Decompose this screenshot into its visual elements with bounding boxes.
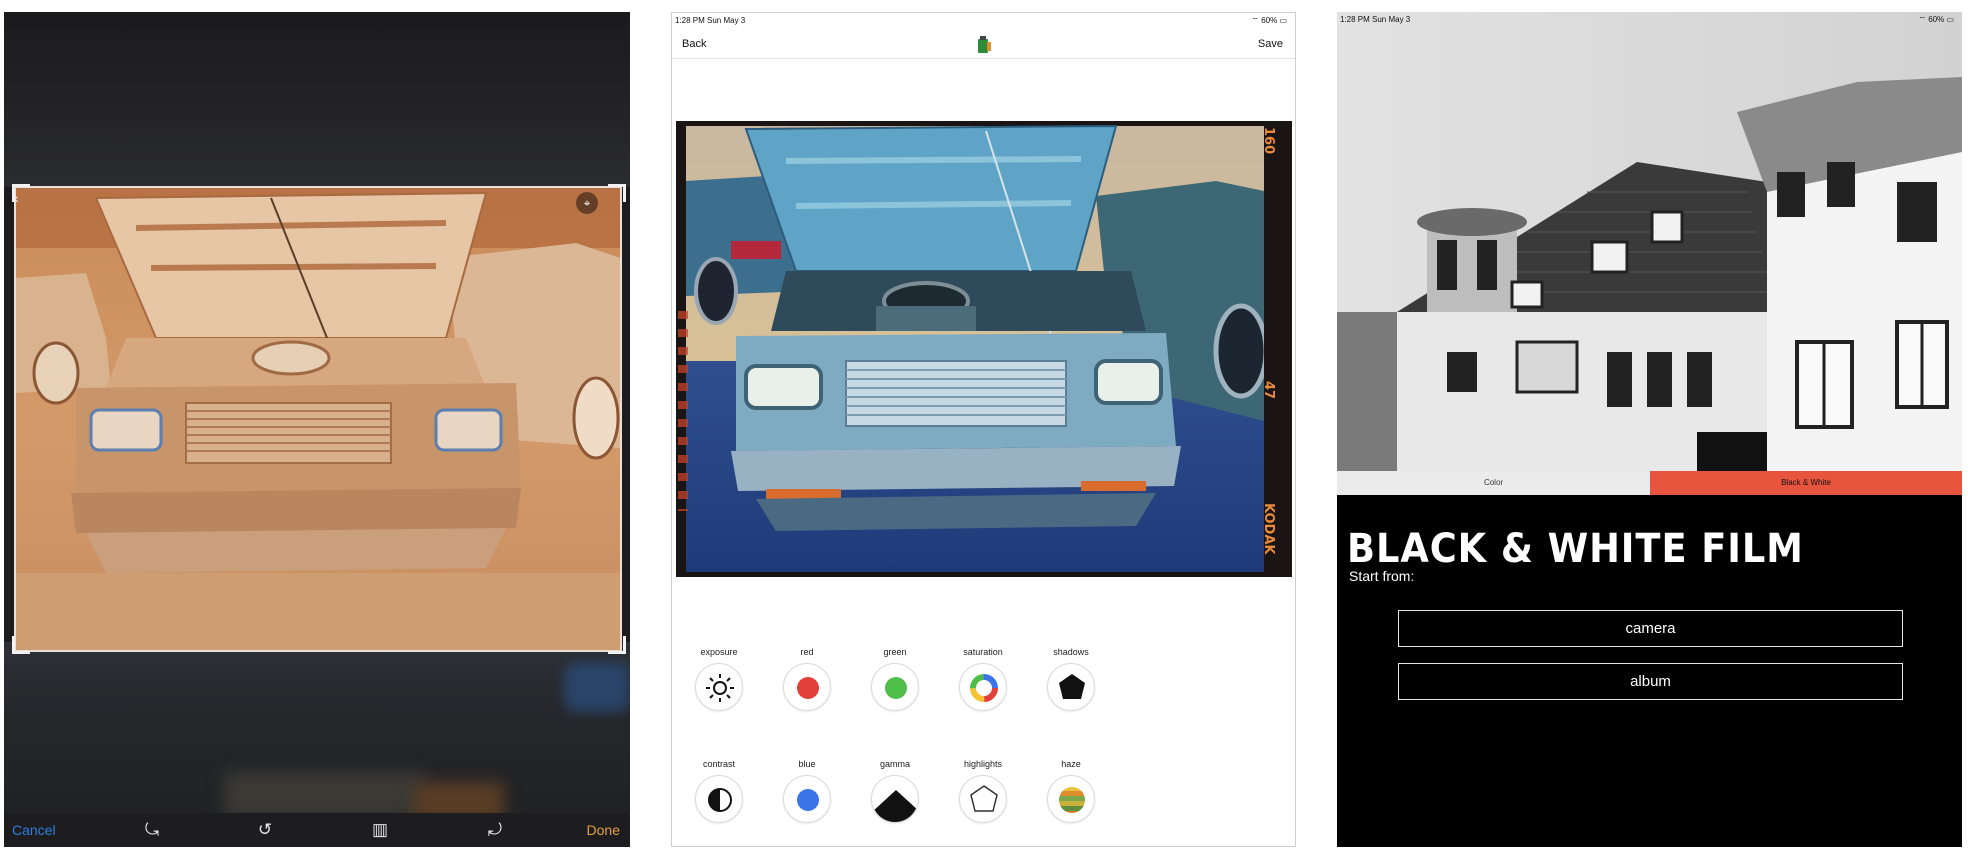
color-segment[interactable]: Color	[1337, 471, 1650, 495]
saturation-control[interactable]: saturation	[958, 645, 1008, 711]
negative-truck-image	[16, 188, 620, 650]
aspect-ratio-icon[interactable]: ▥	[369, 819, 391, 841]
saturation-label: saturation	[963, 647, 1003, 657]
color-wheel-icon[interactable]	[959, 663, 1007, 711]
gamma-label: gamma	[879, 759, 910, 769]
blue-control[interactable]: blue	[782, 757, 832, 823]
pentagon-filled-icon[interactable]	[1047, 663, 1095, 711]
red-control[interactable]: red	[782, 645, 832, 711]
highlights-control[interactable]: highlights	[958, 757, 1008, 823]
done-button[interactable]: Done	[587, 822, 620, 838]
rotate-right-icon[interactable]: ⤾	[484, 819, 506, 841]
blue-dot-icon[interactable]	[783, 775, 831, 823]
battery-percent: 60%	[1928, 15, 1945, 24]
status-time: 1:28 PM Sun May 3	[1340, 15, 1411, 24]
haze-control[interactable]: haze	[1046, 757, 1096, 823]
blurred-shape	[224, 772, 424, 817]
status-battery: ⌔ 60% ▭	[1251, 16, 1287, 25]
album-button[interactable]: album	[1398, 663, 1903, 700]
film-chooser-panel: 1:28 PM Sun May 3 ⌔ 60% ▭ Color Black & …	[1337, 12, 1962, 847]
film-frame-image[interactable]: 160 47 KODAK	[676, 121, 1292, 577]
sun-icon[interactable]	[695, 663, 743, 711]
film-type-segmented-control: Color Black & White	[1337, 471, 1962, 495]
blurred-background-top	[4, 12, 630, 187]
crop-handle-bottom-left[interactable]	[12, 636, 30, 654]
film-exposure-number: 47	[1261, 381, 1276, 400]
page-title: BLACK & WHITE FILM	[1347, 526, 1804, 572]
film-editor-panel: 1:28 PM Sun May 3 ⌔ 60% ▭ Back Save 160 …	[671, 12, 1296, 847]
haze-label: haze	[1061, 759, 1081, 769]
film-canister-icon	[978, 36, 991, 53]
black-white-segment[interactable]: Black & White	[1650, 471, 1962, 495]
highlights-label: highlights	[963, 759, 1003, 769]
contrast-label: contrast	[702, 759, 735, 769]
battery-percent: 60%	[1261, 16, 1278, 25]
undo-rotate-icon[interactable]: ↺	[254, 819, 276, 841]
back-button[interactable]: Back	[682, 38, 706, 50]
status-time: 1:28 PM Sun May 3	[675, 16, 746, 25]
haze-stripes-icon[interactable]	[1047, 775, 1095, 823]
gamma-control[interactable]: gamma	[870, 757, 920, 823]
blue-label: blue	[798, 759, 816, 769]
start-from-label: Start from:	[1349, 568, 1415, 584]
contrast-control[interactable]: contrast	[694, 757, 744, 823]
shadows-control[interactable]: shadows	[1046, 645, 1096, 711]
status-bar: 1:28 PM Sun May 3 ⌔ 60% ▭	[672, 13, 1295, 29]
status-battery: ⌔ 60% ▭	[1918, 15, 1954, 24]
crop-handle-bottom-right[interactable]	[608, 636, 626, 654]
red-dot-icon[interactable]	[783, 663, 831, 711]
film-frame-number: 160	[1261, 127, 1276, 155]
green-label: green	[883, 647, 907, 657]
exposure-control[interactable]: exposure	[694, 645, 744, 711]
green-control[interactable]: green	[870, 645, 920, 711]
red-label: red	[800, 647, 814, 657]
cancel-button[interactable]: Cancel	[12, 822, 56, 838]
adjustment-controls: exposure red green saturation shadows co…	[694, 645, 1294, 835]
color-truck-image	[676, 121, 1292, 577]
film-brand-marking: KODAK	[1261, 503, 1276, 555]
exposure-label: exposure	[700, 647, 738, 657]
negative-photo-crop-area[interactable]	[14, 186, 622, 652]
camera-button[interactable]: camera	[1398, 610, 1903, 647]
save-button[interactable]: Save	[1258, 38, 1283, 50]
shadows-label: shadows	[1053, 647, 1089, 657]
pentagon-outline-icon[interactable]	[959, 775, 1007, 823]
gamma-icon[interactable]	[871, 775, 919, 823]
crop-editor-panel: ‹ ⌖ Cancel ⤿ ↺ ▥ ⤾ Done	[4, 12, 630, 847]
status-bar: 1:28 PM Sun May 3 ⌔ 60% ▭	[1337, 12, 1962, 28]
bw-building-preview	[1337, 12, 1962, 471]
green-dot-icon[interactable]	[871, 663, 919, 711]
half-circle-icon[interactable]	[695, 775, 743, 823]
crop-handle-top-right[interactable]	[608, 184, 626, 202]
blurred-shape	[564, 662, 630, 712]
rotate-left-icon[interactable]: ⤿	[141, 819, 163, 841]
crop-toolbar: Cancel ⤿ ↺ ▥ ⤾ Done	[4, 813, 630, 847]
film-edge-markings	[678, 311, 688, 511]
close-icon[interactable]: ‹	[14, 190, 19, 206]
bw-building-image	[1337, 12, 1962, 471]
nav-bar: Back Save	[672, 29, 1295, 59]
auto-crop-icon[interactable]: ⌖	[576, 192, 598, 214]
